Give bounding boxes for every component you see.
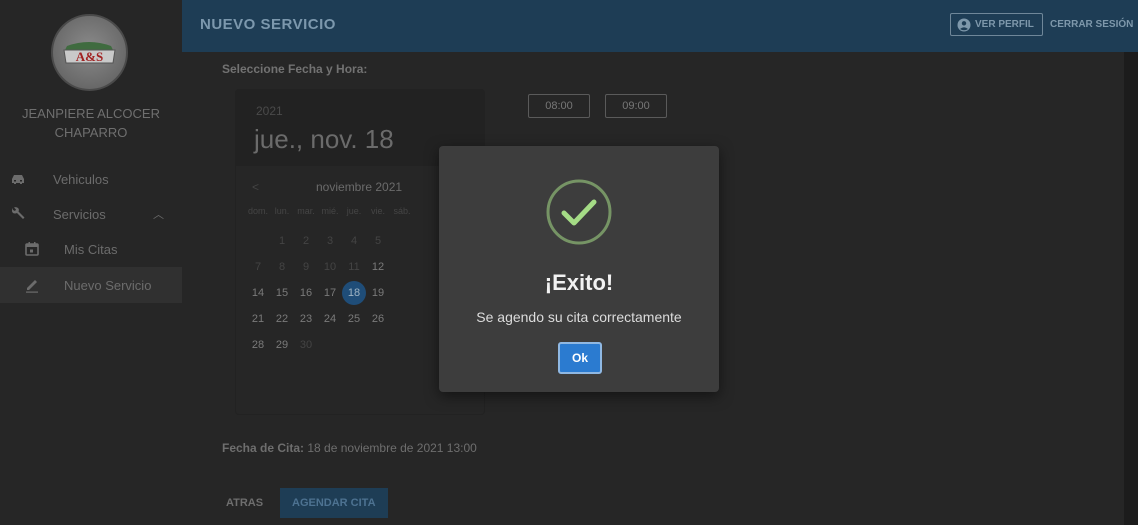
sidebar-item-label: Servicios: [53, 206, 106, 222]
sidebar-item-label: Nuevo Servicio: [64, 277, 152, 293]
weekday-label: mié.: [321, 206, 339, 216]
user-name-line1: JEANPIERE ALCOCER: [22, 106, 160, 121]
calendar-icon: [25, 242, 39, 256]
calendar-day: 11: [348, 261, 360, 273]
back-button[interactable]: ATRAS: [226, 488, 263, 518]
weekday-label: jue.: [346, 206, 362, 216]
calendar-day: 9: [302, 261, 310, 273]
calendar-day[interactable]: 29: [270, 332, 294, 358]
pencil-icon: [26, 280, 38, 293]
page-title: NUEVO SERVICIO: [200, 16, 336, 33]
calendar-day: 2: [302, 235, 310, 247]
calendar-day: 7: [254, 261, 262, 273]
logout-button[interactable]: CERRAR SESIÓN: [1050, 19, 1133, 30]
picker-selected-date: jue., nov. 18: [254, 124, 394, 154]
schedule-appointment-button[interactable]: AGENDAR CITA: [280, 488, 388, 518]
sidebar-item-mis-citas[interactable]: Mis Citas: [0, 231, 182, 267]
calendar-day[interactable]: 23: [294, 306, 318, 332]
scrollbar[interactable]: [1124, 52, 1138, 525]
sidebar-item-label: Mis Citas: [64, 241, 118, 257]
wrench-icon: [12, 207, 25, 219]
calendar-day[interactable]: 24: [318, 306, 342, 332]
weekday-label: vie.: [370, 206, 385, 216]
user-name: JEANPIERE ALCOCER CHAPARRO: [0, 104, 182, 142]
logo-text: A&S: [76, 49, 103, 64]
sidebar-item-label: Vehiculos: [53, 171, 109, 187]
appointment-date-label: Fecha de Cita:: [222, 441, 305, 455]
weekday-label: sáb.: [393, 206, 411, 216]
picker-month-label[interactable]: noviembre 2021: [316, 180, 402, 194]
success-dialog: ¡Exito! Se agendo su cita correctamente …: [439, 146, 719, 392]
dialog-message: Se agendo su cita correctamente: [476, 309, 682, 325]
time-slot-0900[interactable]: 09:00: [605, 94, 667, 118]
weekday-header: dom. lun. mar. mié. jue. vie. sáb.: [246, 206, 414, 216]
view-profile-button[interactable]: VER PERFIL: [950, 13, 1043, 36]
calendar-day: 3: [326, 235, 334, 247]
calendar-day: 1: [278, 235, 286, 247]
appointment-date-summary: Fecha de Cita: 18 de noviembre de 2021 1…: [222, 441, 477, 455]
calendar-day[interactable]: 16: [294, 280, 318, 306]
top-bar: NUEVO SERVICIO VER PERFIL CERRAR SESIÓN: [182, 0, 1138, 52]
chevron-up-icon: ︿: [153, 209, 164, 221]
success-check-icon: [546, 179, 612, 245]
picker-year[interactable]: 2021: [256, 104, 283, 118]
dialog-title: ¡Exito!: [544, 270, 614, 295]
chevron-left-icon[interactable]: <: [252, 180, 259, 194]
calendar-day[interactable]: 12: [366, 254, 390, 280]
calendar-day[interactable]: 14: [246, 280, 270, 306]
calendar-day-selected[interactable]: 18: [342, 280, 366, 306]
calendar-day[interactable]: 21: [246, 306, 270, 332]
calendar-day: 30: [299, 339, 313, 351]
calendar-days: 1 2 3 4 5 7 8 9 10 11 12 14 15 16 17 18 …: [246, 228, 446, 358]
ok-button[interactable]: Ok: [558, 342, 602, 374]
calendar-day[interactable]: 26: [366, 306, 390, 332]
calendar-day: 10: [323, 261, 337, 273]
weekday-label: dom.: [247, 206, 268, 216]
weekday-label: mar.: [297, 206, 315, 216]
user-name-line2: CHAPARRO: [54, 125, 128, 140]
calendar-day[interactable]: 28: [246, 332, 270, 358]
weekday-label: lun.: [274, 206, 290, 216]
calendar-day: 5: [374, 235, 382, 247]
car-icon: [12, 175, 24, 184]
calendar-day[interactable]: 22: [270, 306, 294, 332]
sidebar: A&S JEANPIERE ALCOCER CHAPARRO Vehiculos…: [0, 0, 182, 525]
sidebar-item-servicios[interactable]: Servicios ︿: [0, 196, 182, 232]
account-circle-icon: [957, 18, 971, 31]
sidebar-item-nuevo-servicio[interactable]: Nuevo Servicio: [0, 267, 182, 303]
calendar-day[interactable]: 17: [318, 280, 342, 306]
calendar-day: 8: [278, 261, 286, 273]
calendar-day[interactable]: 25: [342, 306, 366, 332]
time-slot-0800[interactable]: 08:00: [528, 94, 590, 118]
appointment-date-value: 18 de noviembre de 2021 13:00: [307, 441, 477, 455]
calendar-day: 4: [350, 235, 358, 247]
section-label: Seleccione Fecha y Hora:: [222, 62, 368, 76]
calendar-day[interactable]: 19: [366, 280, 390, 306]
sidebar-item-vehiculos[interactable]: Vehiculos: [0, 161, 182, 197]
logo: A&S: [51, 14, 128, 91]
view-profile-label: VER PERFIL: [975, 19, 1034, 30]
calendar-day[interactable]: 15: [270, 280, 294, 306]
